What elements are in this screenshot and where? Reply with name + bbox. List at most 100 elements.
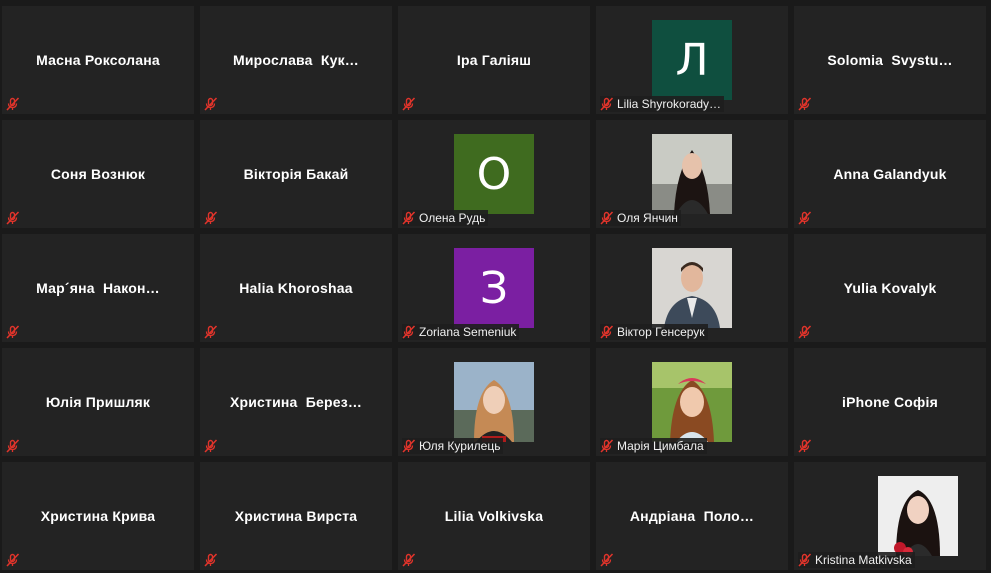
muted-mic-icon bbox=[204, 97, 218, 111]
participant-tile[interactable]: iPhone Софія bbox=[794, 348, 986, 456]
participant-name: Іра Галіяш bbox=[456, 52, 532, 68]
participant-name-label: Віктор Генсерук bbox=[600, 324, 708, 340]
participant-name: Христина Крива bbox=[40, 508, 156, 524]
participant-name: Halia Khoroshaa bbox=[239, 280, 353, 296]
participant-name: Yulia Kovalyk bbox=[843, 280, 937, 296]
participant-tile[interactable]: Мар´яна Након… bbox=[2, 234, 194, 342]
participant-name-center: iPhone Софія bbox=[794, 348, 986, 456]
participant-name: Anna Galandyuk bbox=[833, 166, 947, 182]
participant-name-center: Юлія Пришляк bbox=[2, 348, 194, 456]
muted-mic-icon bbox=[600, 325, 614, 339]
muted-mic-icon bbox=[6, 553, 20, 567]
muted-mic-icon bbox=[204, 439, 218, 453]
participant-name-label: Оля Янчин bbox=[600, 210, 681, 226]
participant-name-center: Halia Khoroshaa bbox=[200, 234, 392, 342]
muted-mic-icon bbox=[600, 439, 614, 453]
woman-dark-hair-photo bbox=[652, 134, 732, 214]
participant-name: Масна Роксолана bbox=[36, 52, 160, 68]
avatar-initial: З bbox=[454, 248, 534, 328]
participant-name: iPhone Софія bbox=[842, 394, 938, 410]
participant-name-center: Вікторія Бакай bbox=[200, 120, 392, 228]
participant-tile[interactable]: Марія Цимбала bbox=[596, 348, 788, 456]
participant-tile[interactable]: Anna Galandyuk bbox=[794, 120, 986, 228]
participant-name: Юлія Пришляк bbox=[45, 394, 151, 410]
participant-name: Марія Цимбала bbox=[617, 439, 704, 453]
muted-mic-icon bbox=[402, 211, 416, 225]
participant-tile[interactable]: Андріана Поло… bbox=[596, 462, 788, 570]
muted-mic-icon bbox=[204, 325, 218, 339]
muted-mic-icon bbox=[402, 553, 416, 567]
participant-tile[interactable]: Христина Вирста bbox=[200, 462, 392, 570]
participant-name: Віктор Генсерук bbox=[617, 325, 705, 339]
muted-mic-icon bbox=[600, 97, 614, 111]
participant-tile[interactable]: Іра Галіяш bbox=[398, 6, 590, 114]
participant-tile[interactable]: Віктор Генсерук bbox=[596, 234, 788, 342]
participant-tile[interactable]: Solomia Svystu… bbox=[794, 6, 986, 114]
participant-tile[interactable]: Вікторія Бакай bbox=[200, 120, 392, 228]
participant-name: Мирослава Кук… bbox=[233, 52, 359, 68]
participant-tile[interactable]: Оля Янчин bbox=[596, 120, 788, 228]
muted-mic-icon bbox=[798, 553, 812, 567]
muted-mic-icon bbox=[798, 211, 812, 225]
participant-name: Lilia Volkivska bbox=[444, 508, 544, 524]
participant-name: Юля Курилець bbox=[419, 439, 501, 453]
participant-name: Zoriana Semeniuk bbox=[419, 325, 517, 339]
participant-name-center: Масна Роксолана bbox=[2, 6, 194, 114]
participant-name-center: Lilia Volkivska bbox=[398, 462, 590, 570]
participant-name: Христина Берез… bbox=[229, 394, 363, 410]
participant-name-center: Христина Берез… bbox=[200, 348, 392, 456]
muted-mic-icon bbox=[402, 325, 416, 339]
man-suit-photo bbox=[652, 248, 732, 328]
participant-name: Христина Вирста bbox=[234, 508, 358, 524]
muted-mic-icon bbox=[204, 553, 218, 567]
participant-name-center: Anna Galandyuk bbox=[794, 120, 986, 228]
avatar-initial: Л bbox=[652, 20, 732, 100]
participant-tile[interactable]: Христина Берез… bbox=[200, 348, 392, 456]
muted-mic-icon bbox=[6, 439, 20, 453]
participant-name-center: Solomia Svystu… bbox=[794, 6, 986, 114]
muted-mic-icon bbox=[6, 325, 20, 339]
participant-name-label: Zoriana Semeniuk bbox=[402, 324, 520, 340]
participant-tile[interactable]: Lilia Volkivska bbox=[398, 462, 590, 570]
participant-name: Олена Рудь bbox=[419, 211, 486, 225]
participant-name-center: Соня Вознюк bbox=[2, 120, 194, 228]
participant-tile[interactable]: З Zoriana Semeniuk bbox=[398, 234, 590, 342]
participant-name: Lilia Shyrokorady… bbox=[617, 97, 722, 111]
participant-name: Соня Вознюк bbox=[50, 166, 146, 182]
participant-name: Оля Янчин bbox=[617, 211, 678, 225]
participant-name-label: Юля Курилець bbox=[402, 438, 504, 454]
participant-name-center: Мирослава Кук… bbox=[200, 6, 392, 114]
participant-name-label: Kristina Matkivska bbox=[798, 552, 915, 568]
participant-tile[interactable]: Христина Крива bbox=[2, 462, 194, 570]
muted-mic-icon bbox=[204, 211, 218, 225]
participant-name: Андріана Поло… bbox=[629, 508, 755, 524]
participant-name-label: Lilia Shyrokorady… bbox=[600, 96, 725, 112]
girl-outdoor-photo bbox=[652, 362, 732, 442]
participant-name-label: Олена Рудь bbox=[402, 210, 489, 226]
participant-tile[interactable]: Yulia Kovalyk bbox=[794, 234, 986, 342]
woman-flowers-photo bbox=[878, 476, 958, 556]
participant-name-center: Христина Крива bbox=[2, 462, 194, 570]
participant-name-center: Христина Вирста bbox=[200, 462, 392, 570]
muted-mic-icon bbox=[798, 439, 812, 453]
participant-name-label: Марія Цимбала bbox=[600, 438, 707, 454]
participant-tile[interactable]: Масна Роксолана bbox=[2, 6, 194, 114]
muted-mic-icon bbox=[600, 553, 614, 567]
participant-name-center: Андріана Поло… bbox=[596, 462, 788, 570]
participant-tile[interactable]: Kristina Matkivska bbox=[794, 462, 986, 570]
participant-name-center: Yulia Kovalyk bbox=[794, 234, 986, 342]
muted-mic-icon bbox=[402, 439, 416, 453]
woman-light-hair-photo bbox=[454, 362, 534, 442]
participant-tile[interactable]: О Олена Рудь bbox=[398, 120, 590, 228]
participant-tile[interactable]: Юля Курилець bbox=[398, 348, 590, 456]
participant-tile[interactable]: Halia Khoroshaa bbox=[200, 234, 392, 342]
muted-mic-icon bbox=[6, 211, 20, 225]
participant-tile[interactable]: Л Lilia Shyrokorady… bbox=[596, 6, 788, 114]
participant-tile[interactable]: Юлія Пришляк bbox=[2, 348, 194, 456]
participant-tile[interactable]: Мирослава Кук… bbox=[200, 6, 392, 114]
participant-name-center: Іра Галіяш bbox=[398, 6, 590, 114]
participant-name-center: Мар´яна Након… bbox=[2, 234, 194, 342]
gallery-view-grid: Масна Роксолана Мирослава Кук… Іра Галіяш Л… bbox=[0, 0, 991, 573]
participant-tile[interactable]: Соня Вознюк bbox=[2, 120, 194, 228]
participant-name: Мар´яна Након… bbox=[36, 280, 160, 296]
